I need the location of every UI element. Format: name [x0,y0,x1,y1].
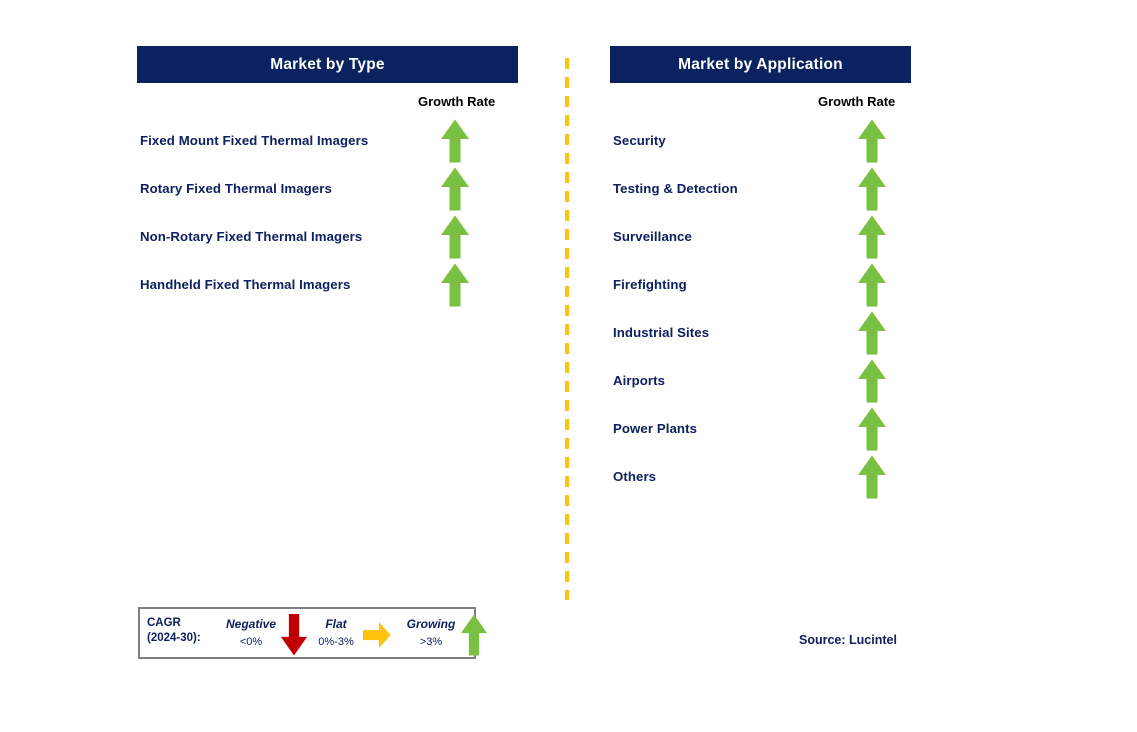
table-row: Security [610,118,911,166]
table-row: Firefighting [610,262,911,310]
table-row: Testing & Detection [610,166,911,214]
table-row: Others [610,454,911,502]
up-arrow-icon [440,215,470,259]
growth-rate-label-type: Growth Rate [418,94,496,109]
table-row: Non-Rotary Fixed Thermal Imagers [137,214,518,262]
legend-cagr-label: CAGR (2024-30): [147,616,201,646]
row-label: Firefighting [613,277,687,292]
up-arrow-icon [857,263,887,307]
legend-cagr-line1: CAGR [147,617,181,629]
up-arrow-icon [440,263,470,307]
table-row: Fixed Mount Fixed Thermal Imagers [137,118,518,166]
legend-growing-title: Growing [406,617,456,631]
right-arrow-icon [363,621,391,649]
row-label: Surveillance [613,229,692,244]
application-row-list: Security Testing & Detection Surveillance F… [610,118,911,502]
up-arrow-icon [857,215,887,259]
legend-flat-value: 0%-3% [318,636,354,648]
row-label: Industrial Sites [613,325,710,340]
row-label: Testing & Detection [613,181,738,196]
table-row: Airports [610,358,911,406]
row-label: Others [613,469,657,484]
up-arrow-icon [857,119,887,163]
row-label: Handheld Fixed Thermal Imagers [140,277,351,292]
table-row: Handheld Fixed Thermal Imagers [137,262,518,310]
legend-item-growing: Growing >3% [398,609,488,657]
up-arrow-icon [857,359,887,403]
legend-growing-value: >3% [419,636,443,648]
row-label: Rotary Fixed Thermal Imagers [140,181,332,196]
growth-rate-label-application: Growth Rate [818,94,896,109]
legend-negative-title: Negative [225,617,277,631]
table-row: Power Plants [610,406,911,454]
legend-flat-title: Flat [325,617,347,631]
table-row: Surveillance [610,214,911,262]
panel-header-application: Market by Application [610,46,911,83]
row-label: Security [613,133,666,148]
cagr-legend: CAGR (2024-30): Negative <0% Flat 0%-3% … [138,607,488,659]
market-by-application-panel: Market by Application Growth Rate Securi… [610,0,911,732]
up-arrow-icon [440,119,470,163]
panel-header-type: Market by Type [137,46,518,83]
legend-item-negative: Negative <0% [218,609,308,657]
up-arrow-icon [857,407,887,451]
up-arrow-icon [857,167,887,211]
row-label: Airports [613,373,666,388]
row-label: Fixed Mount Fixed Thermal Imagers [140,133,369,148]
type-row-list: Fixed Mount Fixed Thermal Imagers Rotary … [137,118,518,310]
up-arrow-icon [440,167,470,211]
legend-cagr-line2: (2024-30): [147,632,201,644]
table-row: Industrial Sites [610,310,911,358]
source-attribution: Source: Lucintel [799,633,897,647]
up-arrow-icon [460,614,488,656]
vertical-dashed-divider [565,58,569,600]
legend-item-flat: Flat 0%-3% [303,609,393,657]
up-arrow-icon [857,311,887,355]
row-label: Non-Rotary Fixed Thermal Imagers [140,229,363,244]
legend-negative-value: <0% [239,636,263,648]
row-label: Power Plants [613,421,698,436]
table-row: Rotary Fixed Thermal Imagers [137,166,518,214]
up-arrow-icon [857,455,887,499]
